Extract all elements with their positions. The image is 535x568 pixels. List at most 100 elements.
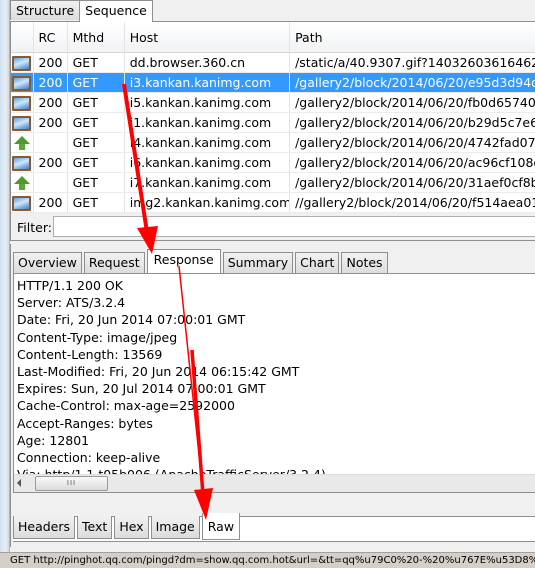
session-path: /gallery2/block/2014/06/20/fb0d6574094 bbox=[289, 92, 535, 113]
response-header-line: Content-Length: 13569 bbox=[17, 346, 163, 362]
top-tab-strip: Structure Sequence bbox=[10, 0, 153, 22]
session-rc bbox=[33, 132, 68, 153]
tab-headers[interactable]: Headers bbox=[13, 516, 76, 539]
session-path: /gallery2/block/2014/06/20/b29d5c7e681 bbox=[289, 112, 535, 133]
horizontal-scrollbar[interactable]: III bbox=[14, 474, 535, 492]
scrollbar-thumb[interactable]: III bbox=[35, 476, 108, 491]
session-icon-cell bbox=[11, 192, 34, 213]
session-method: GET bbox=[67, 112, 125, 133]
scroll-left-arrow-icon[interactable] bbox=[17, 479, 21, 487]
session-rc: 200 bbox=[33, 52, 68, 73]
tab-hex[interactable]: Hex bbox=[114, 516, 149, 539]
session-rc bbox=[33, 172, 68, 193]
session-icon-cell bbox=[11, 132, 34, 153]
session-host: i6.kankan.kanimg.com bbox=[124, 152, 291, 173]
session-path: /static/a/40.9307.gif?14032603616462870 bbox=[289, 52, 535, 73]
session-rc: 200 bbox=[33, 192, 68, 213]
session-icon-cell bbox=[11, 72, 34, 93]
session-host: i1.kankan.kanimg.com bbox=[124, 112, 291, 133]
session-icon-cell bbox=[11, 52, 34, 73]
session-method: GET bbox=[67, 152, 125, 173]
session-row[interactable]: 200 GET dd.browser.360.cn/static/a/40.9307… bbox=[11, 52, 535, 73]
session-path: /gallery2/block/2014/06/20/31aef0cf8b18 bbox=[289, 172, 535, 193]
session-row[interactable]: 200 GET i3.kankan.kanimg.com/gallery2/bloc… bbox=[11, 72, 535, 93]
session-row[interactable]: 200 GET img2.kankan.kanimg.com//gallery2/b… bbox=[11, 192, 535, 213]
session-icon-cell bbox=[11, 92, 34, 113]
filter-input[interactable] bbox=[53, 216, 535, 237]
session-row[interactable]: 200 GET i5.kankan.kanimg.com/gallery2/bloc… bbox=[11, 92, 535, 113]
response-header-line: Cache-Control: max-age=2592000 bbox=[17, 398, 235, 414]
image-icon bbox=[12, 55, 32, 71]
image-icon bbox=[12, 75, 32, 91]
tab-raw[interactable]: Raw bbox=[201, 513, 241, 540]
grid-header-row: RC Mthd Host Path bbox=[11, 22, 535, 53]
column-header-icon[interactable] bbox=[11, 22, 34, 53]
upload-arrow-icon bbox=[13, 175, 30, 190]
session-method: GET bbox=[67, 52, 125, 73]
column-header-host[interactable]: Host bbox=[124, 22, 291, 53]
session-rc: 200 bbox=[33, 152, 68, 173]
session-method: GET bbox=[67, 192, 125, 213]
response-header-line: HTTP/1.1 200 OK bbox=[17, 278, 123, 293]
response-header-line: Date: Fri, 20 Jun 2014 07:00:01 GMT bbox=[17, 312, 246, 328]
session-host: i4.kankan.kanimg.com bbox=[124, 132, 291, 153]
response-header-line: Server: ATS/3.2.4 bbox=[17, 295, 126, 311]
tab-text[interactable]: Text bbox=[77, 516, 113, 539]
session-row[interactable]: 200 GET i6.kankan.kanimg.com/gallery2/bloc… bbox=[11, 152, 535, 173]
session-path: //gallery2/block/2014/06/20/f514aea0146 bbox=[289, 192, 535, 213]
tab-image[interactable]: Image bbox=[150, 516, 200, 539]
inspector-panel: Overview Request Response Summary Chart … bbox=[10, 244, 535, 547]
image-icon bbox=[12, 195, 32, 211]
session-path: /gallery2/block/2014/06/20/e95d3d94d1f bbox=[289, 72, 535, 93]
session-host: i5.kankan.kanimg.com bbox=[124, 92, 291, 113]
tab-notes[interactable]: Notes bbox=[341, 252, 388, 273]
column-header-rc[interactable]: RC bbox=[33, 22, 68, 53]
session-row[interactable]: GET i4.kankan.kanimg.com/gallery2/block/2… bbox=[11, 132, 535, 153]
response-headers-view[interactable]: HTTP/1.1 200 OK Server: ATS/3.2.4 Date: Fr… bbox=[13, 273, 535, 493]
filter-bar: Filter: bbox=[10, 213, 535, 241]
response-header-line: Connection: keep-alive bbox=[17, 450, 161, 466]
tab-structure[interactable]: Structure bbox=[10, 0, 81, 20]
response-header-line: Accept-Ranges: bytes bbox=[17, 415, 153, 431]
response-header-line: Age: 12801 bbox=[17, 432, 90, 448]
session-host: i3.kankan.kanimg.com bbox=[124, 72, 291, 93]
tab-summary[interactable]: Summary bbox=[222, 252, 294, 273]
session-method: GET bbox=[67, 92, 125, 113]
view-tab-strip: Headers Text Hex Image Raw bbox=[13, 513, 242, 540]
inspector-tab-strip: Overview Request Response Summary Chart … bbox=[13, 249, 390, 273]
session-host: i7.kankan.kanimg.com bbox=[124, 172, 291, 193]
tab-request[interactable]: Request bbox=[83, 252, 145, 273]
session-rc: 200 bbox=[33, 72, 68, 93]
image-icon bbox=[12, 115, 32, 131]
session-method: GET bbox=[67, 172, 125, 193]
session-method: GET bbox=[67, 132, 125, 153]
window-left-edge bbox=[0, 0, 10, 552]
session-row[interactable]: GET i7.kankan.kanimg.com/gallery2/block/2… bbox=[11, 172, 535, 193]
column-header-path[interactable]: Path bbox=[289, 22, 535, 53]
session-rc: 200 bbox=[33, 112, 68, 133]
session-grid[interactable]: RC Mthd Host Path 200 GET dd.browser.360.c… bbox=[10, 21, 535, 214]
tab-chart[interactable]: Chart bbox=[295, 252, 340, 273]
session-row[interactable]: 200 GET i1.kankan.kanimg.com/gallery2/bloc… bbox=[11, 112, 535, 133]
upload-arrow-icon bbox=[13, 135, 30, 150]
session-icon-cell bbox=[11, 172, 34, 193]
session-path: /gallery2/block/2014/06/20/ac96cf108c1c bbox=[289, 152, 535, 173]
session-icon-cell bbox=[11, 112, 34, 133]
session-path: /gallery2/block/2014/06/20/4742fad074a2 bbox=[289, 132, 535, 153]
session-rc: 200 bbox=[33, 92, 68, 113]
response-header-line: Last-Modified: Fri, 20 Jun 2014 06:15:42… bbox=[17, 364, 300, 380]
session-method: GET bbox=[67, 72, 125, 93]
image-icon bbox=[12, 155, 32, 171]
tab-sequence[interactable]: Sequence bbox=[79, 0, 153, 22]
status-bar: GET http://pinghot.qq.com/pingd?dm=show.… bbox=[0, 552, 535, 568]
response-text: HTTP/1.1 200 OK Server: ATS/3.2.4 Date: Fr… bbox=[14, 274, 535, 483]
response-header-line: Content-Type: image/jpeg bbox=[17, 329, 178, 345]
session-host: dd.browser.360.cn bbox=[124, 52, 291, 73]
filter-label: Filter: bbox=[17, 220, 52, 235]
column-header-method[interactable]: Mthd bbox=[67, 22, 125, 53]
session-icon-cell bbox=[11, 152, 34, 173]
tab-overview[interactable]: Overview bbox=[13, 252, 82, 273]
session-host: img2.kankan.kanimg.com bbox=[124, 192, 291, 213]
response-header-line: Expires: Sun, 20 Jul 2014 07:00:01 GMT bbox=[17, 381, 266, 397]
tab-response[interactable]: Response bbox=[146, 249, 221, 273]
